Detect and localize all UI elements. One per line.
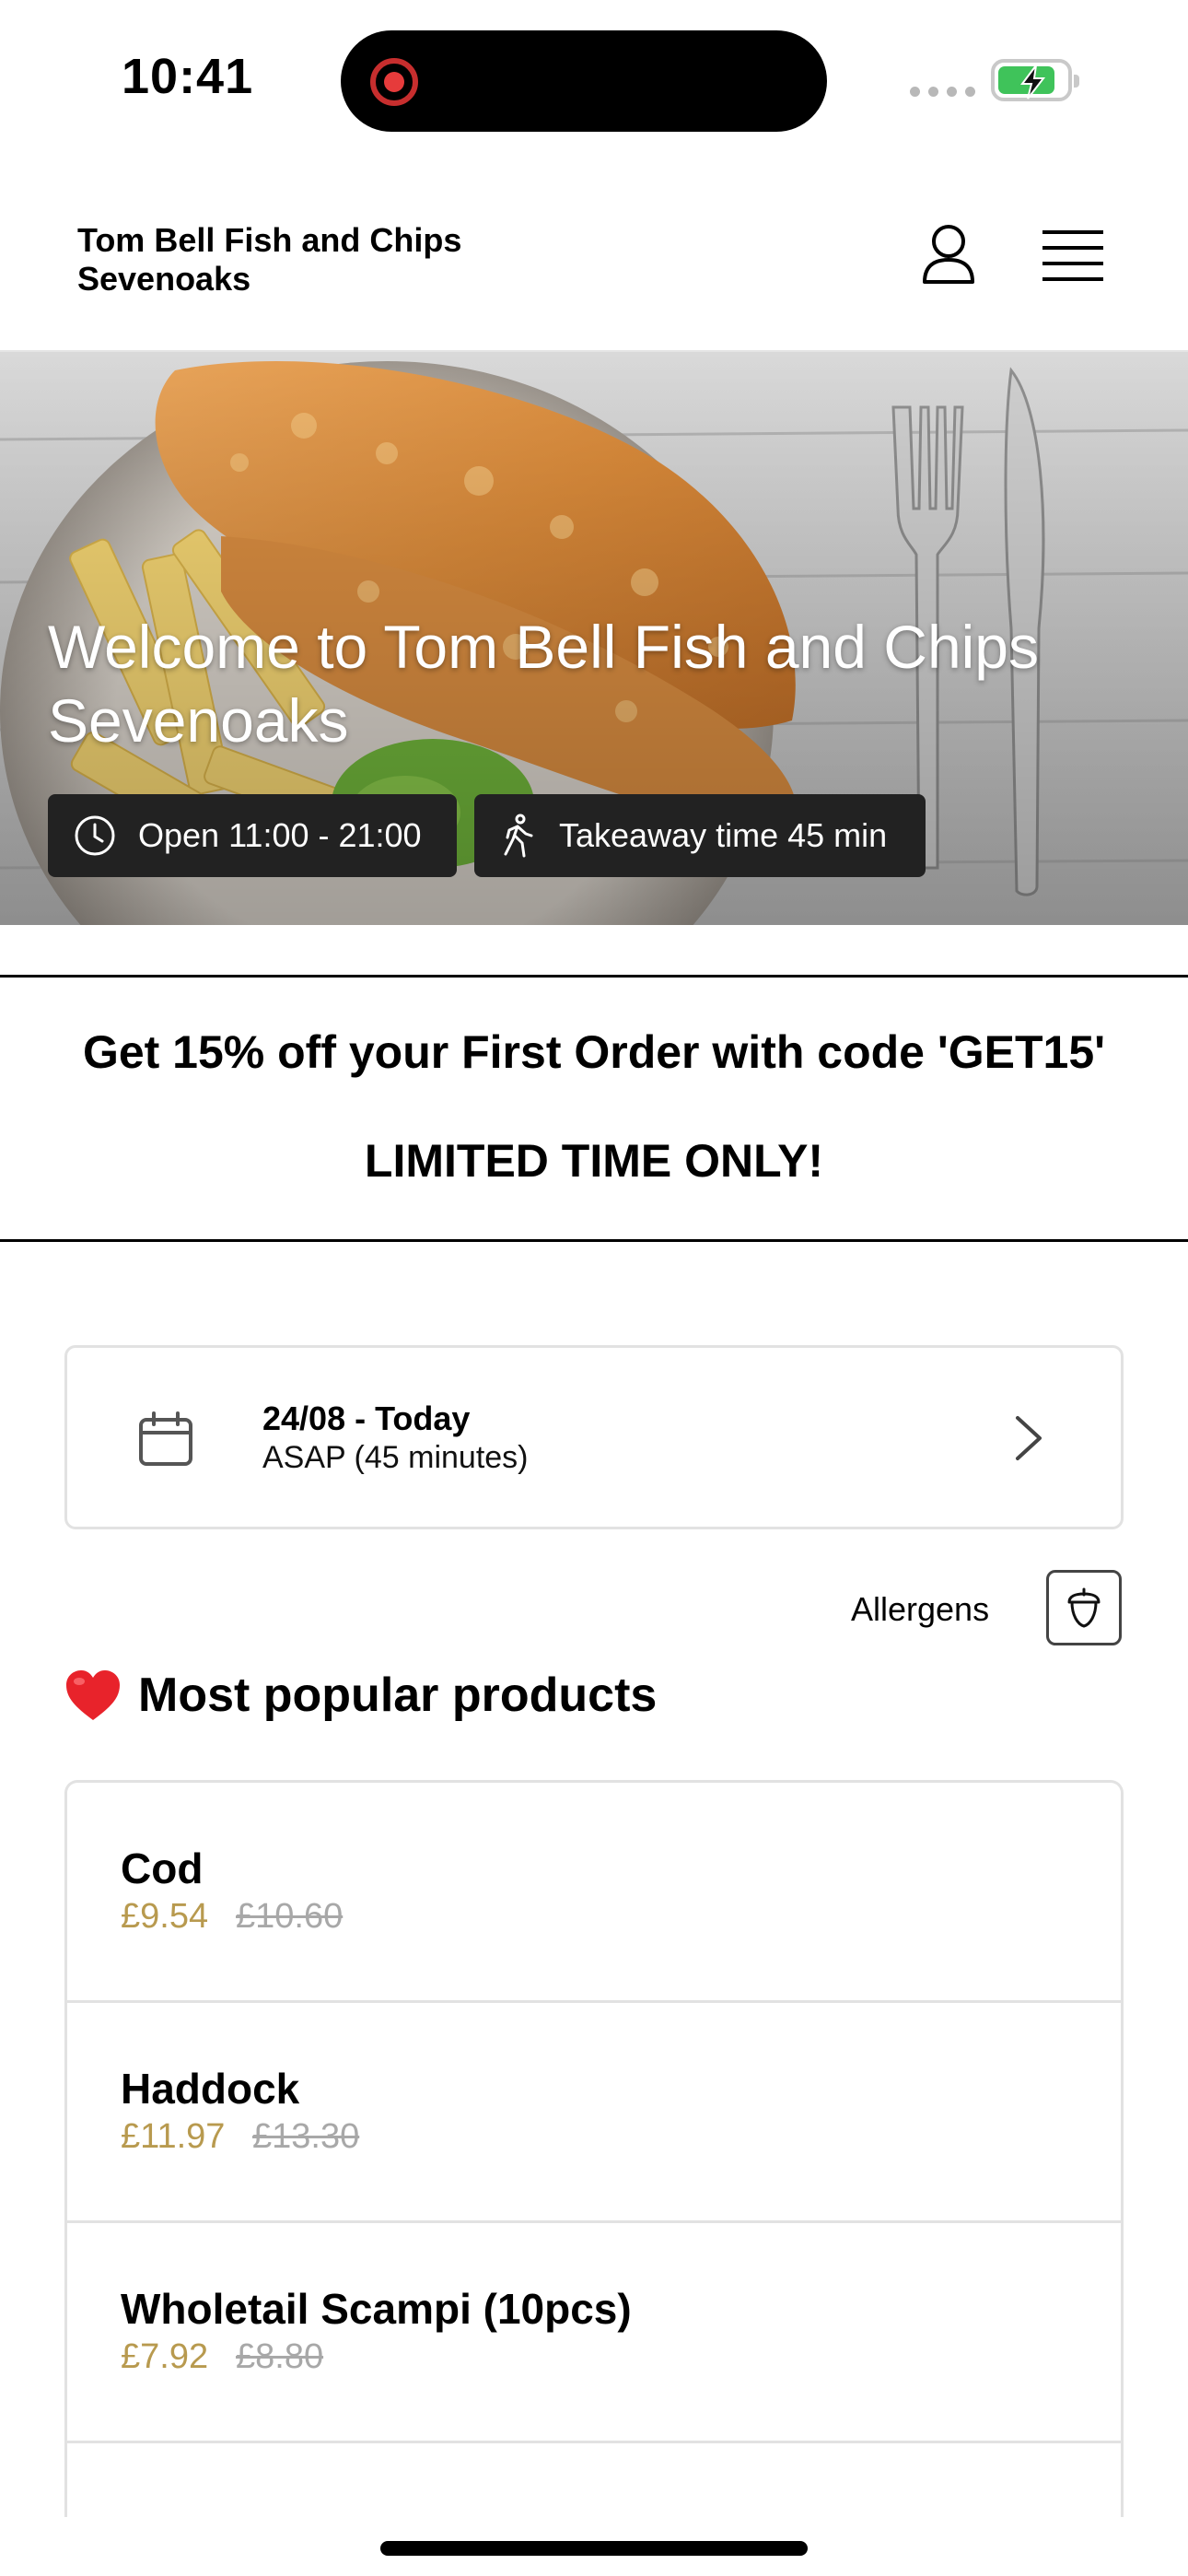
allergens-label: Allergens xyxy=(851,1590,990,1628)
takeaway-time-text: Takeaway time 45 min xyxy=(559,816,888,854)
order-date: 24/08 - Today xyxy=(262,1399,471,1437)
acorn-icon xyxy=(1067,1587,1101,1628)
product-price: £7.92 xyxy=(121,2337,209,2376)
status-bar: 10:41 xyxy=(0,0,1188,157)
opening-hours-text: Open 11:00 - 21:00 xyxy=(138,816,422,854)
dynamic-island xyxy=(341,30,827,132)
hero-banner: Welcome to Tom Bell Fish and Chips Seven… xyxy=(0,352,1188,925)
walking-icon xyxy=(504,814,533,858)
menu-icon[interactable] xyxy=(1042,230,1103,282)
page: 10:41 Tom Bell Fish and Chips Sevenoaks xyxy=(0,0,1188,2576)
popular-products-heading: Most popular products xyxy=(64,1668,657,1723)
recording-icon xyxy=(370,58,418,106)
promo-headline: Get 15% off your First Order with code '… xyxy=(82,1026,1106,1078)
calendar-icon xyxy=(139,1411,192,1466)
charging-bolt-icon xyxy=(1020,64,1046,100)
popular-products-title: Most popular products xyxy=(138,1669,658,1722)
order-time-selector[interactable]: 24/08 - Today ASAP (45 minutes) xyxy=(64,1345,1124,1529)
allergens-button[interactable] xyxy=(1046,1570,1122,1645)
product-item[interactable]: Cod £9.54 £10.60 xyxy=(67,1783,1121,2003)
product-item[interactable]: Wholetail Scampi (10pcs) £7.92 £8.80 xyxy=(67,2223,1121,2443)
status-time: 10:41 xyxy=(122,49,254,104)
heart-icon xyxy=(66,1670,120,1720)
product-original-price: £13.30 xyxy=(252,2117,360,2156)
opening-hours-chip: Open 11:00 - 21:00 xyxy=(48,794,457,877)
order-time: ASAP (45 minutes) xyxy=(262,1440,529,1475)
popular-products-list: Cod £9.54 £10.60 Haddock £11.97 £13.30 W… xyxy=(64,1780,1124,2517)
clock-icon xyxy=(75,815,115,856)
battery-icon xyxy=(991,59,1079,101)
chevron-right-icon xyxy=(1016,1416,1042,1460)
product-original-price: £10.60 xyxy=(236,1897,344,1936)
product-price: £11.97 xyxy=(121,2117,226,2156)
brand-name[interactable]: Tom Bell Fish and Chips Sevenoaks xyxy=(77,221,483,299)
hero-title: Welcome to Tom Bell Fish and Chips Seven… xyxy=(48,613,1040,755)
product-original-price: £8.80 xyxy=(236,2337,324,2376)
product-price: £9.54 xyxy=(121,1897,209,1936)
promo-subline: LIMITED TIME ONLY! xyxy=(364,1135,824,1187)
user-icon[interactable] xyxy=(916,221,981,286)
product-name: Cod xyxy=(121,1844,204,1892)
takeaway-time-chip: Takeaway time 45 min xyxy=(474,794,926,877)
product-name: Wholetail Scampi (10pcs) xyxy=(121,2285,632,2333)
product-item[interactable]: Haddock £11.97 £13.30 xyxy=(67,2003,1121,2223)
home-indicator[interactable] xyxy=(380,2541,808,2556)
product-name: Haddock xyxy=(121,2065,300,2113)
site-header: Tom Bell Fish and Chips Sevenoaks xyxy=(0,157,1188,352)
signal-icon xyxy=(910,87,975,97)
promo-banner: Get 15% off your First Order with code '… xyxy=(0,975,1188,1242)
